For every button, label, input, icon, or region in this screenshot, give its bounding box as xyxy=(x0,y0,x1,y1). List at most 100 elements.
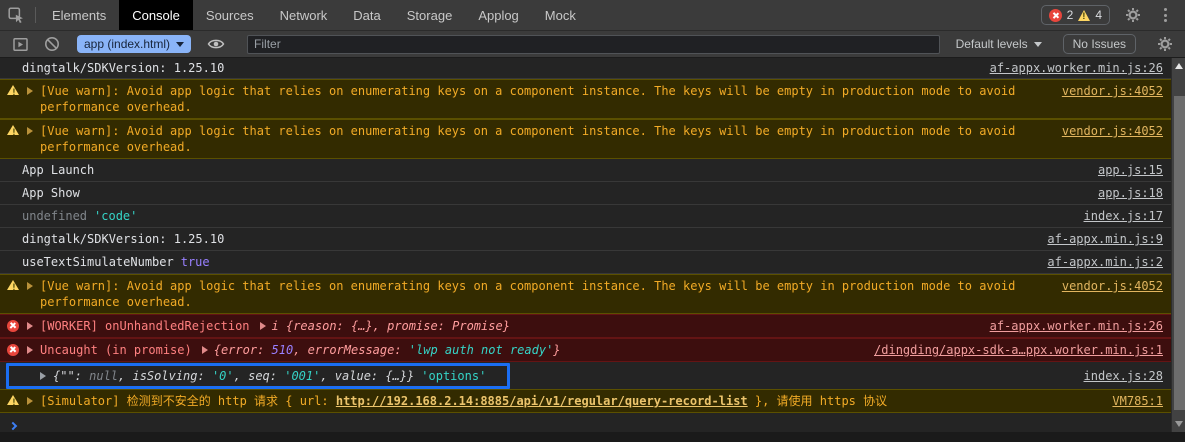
warning-count: 4 xyxy=(1095,8,1102,22)
log-message: undefined'code' xyxy=(22,208,1070,224)
settings-gear-icon xyxy=(1157,36,1173,52)
source-link[interactable]: VM785:1 xyxy=(1098,393,1163,409)
error-icon xyxy=(7,320,19,332)
tab-applog[interactable]: Applog xyxy=(465,0,531,30)
source-link[interactable]: af-appx.worker.min.js:26 xyxy=(976,60,1163,76)
settings-button[interactable] xyxy=(1117,7,1149,23)
source-link[interactable]: vendor.js:4052 xyxy=(1048,83,1163,99)
log-row: App Launch app.js:15 xyxy=(0,159,1171,182)
source-link[interactable]: app.js:15 xyxy=(1084,162,1163,178)
warning-icon xyxy=(7,395,19,405)
error-icon xyxy=(7,344,19,356)
log-message: Uncaught (in promise){error: 510, errorM… xyxy=(40,342,860,358)
context-selector-label: app (index.html) xyxy=(84,37,170,51)
tab-network[interactable]: Network xyxy=(267,0,341,30)
scroll-down-arrow-icon[interactable] xyxy=(1175,421,1183,427)
tab-data[interactable]: Data xyxy=(340,0,393,30)
tab-storage[interactable]: Storage xyxy=(394,0,466,30)
source-link[interactable]: index.js:28 xyxy=(1070,368,1163,384)
expand-arrow-icon[interactable] xyxy=(27,397,33,405)
scrollbar-thumb[interactable] xyxy=(1174,96,1185,410)
more-options-icon xyxy=(1164,8,1167,22)
log-row-warning: [Simulator] 检测到不安全的 http 请求 { url: http:… xyxy=(0,389,1171,413)
expand-arrow-icon[interactable] xyxy=(27,127,33,135)
warning-icon xyxy=(7,85,19,95)
log-message: {"": null, isSolving: '0', seq: '001', v… xyxy=(53,368,1070,384)
log-row: undefined'code' index.js:17 xyxy=(0,205,1171,228)
console-settings-button[interactable] xyxy=(1149,36,1181,52)
source-link[interactable]: af-appx.worker.min.js:26 xyxy=(976,318,1163,334)
filter-input[interactable] xyxy=(247,35,940,54)
expand-arrow-icon[interactable] xyxy=(27,322,33,330)
request-url-link[interactable]: http://192.168.2.14:8885/api/v1/regular/… xyxy=(336,394,748,408)
expand-arrow-icon[interactable] xyxy=(202,346,208,354)
error-count-icon xyxy=(1049,9,1062,22)
devtools-tab-bar: Elements Console Sources Network Data St… xyxy=(0,0,1185,31)
tab-mock[interactable]: Mock xyxy=(532,0,589,30)
show-console-sidebar-icon xyxy=(12,36,29,53)
more-options-button[interactable] xyxy=(1149,8,1181,22)
log-message: dingtalk/SDKVersion: 1.25.10 xyxy=(22,231,1033,247)
source-link[interactable]: af-appx.min.js:9 xyxy=(1033,231,1163,247)
tab-console[interactable]: Console xyxy=(119,0,193,30)
issues-counter-badge[interactable]: 2 4 xyxy=(1041,5,1110,25)
warning-icon xyxy=(7,280,19,290)
source-link[interactable]: vendor.js:4052 xyxy=(1048,278,1163,294)
log-row-highlighted: {"": null, isSolving: '0', seq: '001', v… xyxy=(0,362,1171,389)
log-levels-dropdown[interactable]: Default levels xyxy=(948,37,1050,51)
prompt-chevron-icon xyxy=(9,422,17,430)
expand-arrow-icon[interactable] xyxy=(27,87,33,95)
live-expression-eye-icon xyxy=(207,37,225,51)
inspect-element-button[interactable] xyxy=(0,0,32,30)
create-live-expression-button[interactable] xyxy=(200,37,232,51)
clear-console-icon xyxy=(44,36,60,52)
inspect-cursor-icon xyxy=(7,6,25,24)
devtools-window: Elements Console Sources Network Data St… xyxy=(0,0,1185,442)
source-link[interactable]: index.js:17 xyxy=(1070,208,1163,224)
log-row-error: [WORKER] onUnhandledRejectioni {reason: … xyxy=(0,314,1171,338)
expand-arrow-icon[interactable] xyxy=(40,372,46,380)
log-message: dingtalk/SDKVersion: 1.25.10 xyxy=(22,60,976,76)
scrollbar[interactable] xyxy=(1171,58,1185,432)
expand-arrow-icon[interactable] xyxy=(260,322,266,330)
log-message: [Vue warn]: Avoid app logic that relies … xyxy=(40,278,1048,310)
log-row: useTextSimulateNumbertrue af-appx.min.js… xyxy=(0,251,1171,274)
log-row: dingtalk/SDKVersion: 1.25.10 af-appx.wor… xyxy=(0,58,1171,79)
error-count: 2 xyxy=(1067,8,1074,22)
bottom-edge xyxy=(0,432,1185,442)
log-row-warning: [Vue warn]: Avoid app logic that relies … xyxy=(0,119,1171,159)
source-link[interactable]: /dingding/appx-sdk-a…ppx.worker.min.js:1 xyxy=(860,342,1163,358)
expand-arrow-icon[interactable] xyxy=(27,282,33,290)
tab-elements[interactable]: Elements xyxy=(39,0,119,30)
source-link[interactable]: vendor.js:4052 xyxy=(1048,123,1163,139)
log-levels-label: Default levels xyxy=(956,37,1028,51)
log-message: [Vue warn]: Avoid app logic that relies … xyxy=(40,83,1048,115)
console-toolbar: app (index.html) Default levels No Issue… xyxy=(0,31,1185,58)
log-message: App Show xyxy=(22,185,1084,201)
settings-gear-icon xyxy=(1125,7,1141,23)
console-log-area: dingtalk/SDKVersion: 1.25.10 af-appx.wor… xyxy=(0,58,1185,442)
log-message: useTextSimulateNumbertrue xyxy=(22,254,1033,270)
log-message: [Vue warn]: Avoid app logic that relies … xyxy=(40,123,1048,155)
divider xyxy=(35,7,36,23)
log-row-error: Uncaught (in promise){error: 510, errorM… xyxy=(0,338,1171,362)
warning-icon xyxy=(7,125,19,135)
show-console-sidebar-button[interactable] xyxy=(4,36,36,53)
source-link[interactable]: af-appx.min.js:2 xyxy=(1033,254,1163,270)
log-row: dingtalk/SDKVersion: 1.25.10 af-appx.min… xyxy=(0,228,1171,251)
clear-console-button[interactable] xyxy=(36,36,68,52)
source-link[interactable]: app.js:18 xyxy=(1084,185,1163,201)
warning-count-icon xyxy=(1078,10,1090,21)
log-row-warning: [Vue warn]: Avoid app logic that relies … xyxy=(0,79,1171,119)
expand-arrow-icon[interactable] xyxy=(27,346,33,354)
chevron-down-icon xyxy=(1034,42,1042,47)
scroll-up-arrow-icon[interactable] xyxy=(1175,63,1183,69)
no-issues-button[interactable]: No Issues xyxy=(1063,34,1136,54)
javascript-context-selector[interactable]: app (index.html) xyxy=(77,35,191,53)
log-message: App Launch xyxy=(22,162,1084,178)
log-message: [Simulator] 检测到不安全的 http 请求 { url: http:… xyxy=(40,393,1098,409)
log-row: App Show app.js:18 xyxy=(0,182,1171,205)
log-message: [WORKER] onUnhandledRejectioni {reason: … xyxy=(40,318,976,334)
chevron-down-icon xyxy=(176,42,184,47)
tab-sources[interactable]: Sources xyxy=(193,0,267,30)
